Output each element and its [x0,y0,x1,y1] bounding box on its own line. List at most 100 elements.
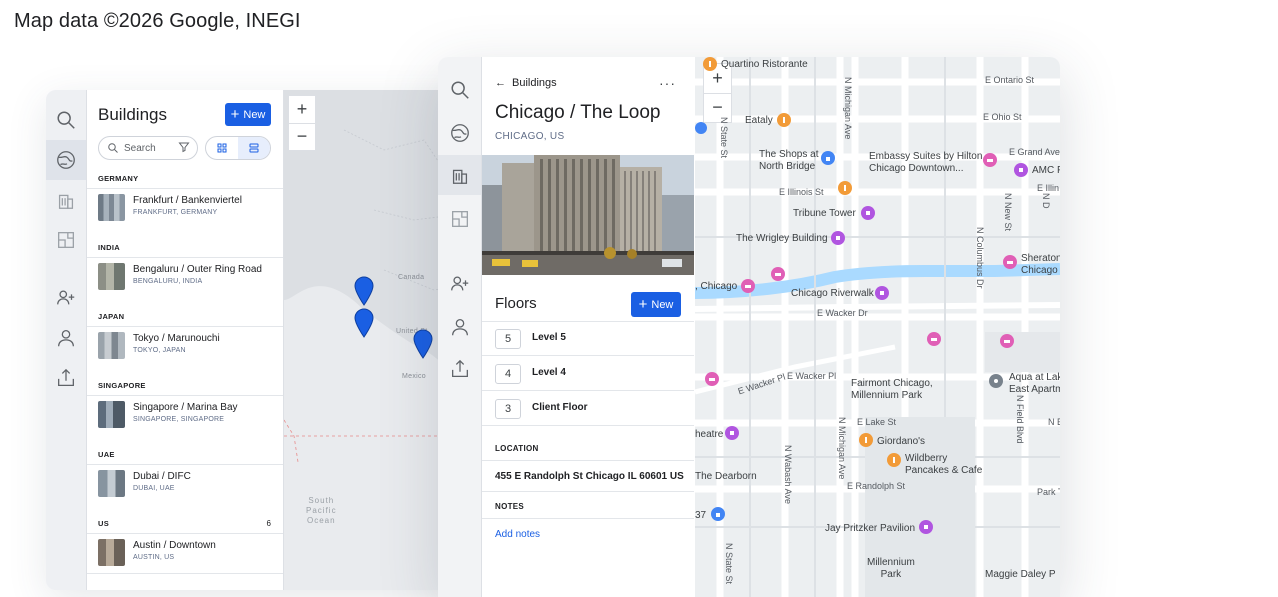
location-label: LOCATION [495,444,539,453]
zoom-out-button[interactable]: − [289,122,315,151]
export-icon [451,359,468,377]
list-icon [249,143,259,153]
group-label: INDIA [98,243,120,252]
add-notes-link[interactable]: Add notes [495,529,540,540]
street-label: E Grand Ave [1009,147,1060,157]
floor-name: Level 5 [532,332,566,343]
poi-label: Tribune Tower [793,208,856,219]
nav-profile[interactable] [438,307,481,347]
nav-export[interactable] [46,358,86,398]
street-label: E Illinois St [779,187,824,197]
building-address: 455 E Randolph St Chicago IL 60601 US [495,471,684,482]
street-label: N Michigan Ave [837,417,847,480]
floor-number: 3 [495,399,521,419]
nav-add-people[interactable] [46,278,86,318]
shopping-bag-icon[interactable] [821,151,835,165]
nav-search[interactable] [46,100,86,140]
back-to-buildings-link[interactable]: ← Buildings [495,77,557,89]
street-label: N D [1041,193,1051,209]
shop-icon[interactable] [695,122,707,134]
group-label: UAE [98,450,115,459]
poi-label: Jay Pritzker Pavilion [825,523,916,534]
nav-buildings[interactable] [438,155,481,195]
restaurant-icon[interactable] [703,57,717,71]
new-floor-label: New [651,298,674,311]
grid-view-button[interactable] [206,137,238,159]
poi-label: Fairmont Chicago, Millennium Park [851,378,933,401]
hotel-icon[interactable] [771,267,785,281]
landmark-icon[interactable] [861,206,875,220]
city-map[interactable]: + − E Ontario St E Ohio St E Grand Ave E… [695,57,1060,597]
building-name: Frankfurt / Bankenviertel [133,195,242,206]
more-options-icon[interactable]: ··· [659,75,676,91]
street-label: Park T [1037,487,1060,497]
building-location: TOKYO, JAPAN [133,347,186,354]
building-list-item[interactable]: Bengaluru / Outer Ring Road BENGALURU, I… [87,257,283,297]
nav-export[interactable] [438,349,481,389]
floor-row[interactable]: 5 Level 5 [482,321,694,355]
hotel-icon[interactable] [1000,334,1014,348]
building-list-item[interactable]: Tokyo / Marunouchi TOKYO, JAPAN [87,326,283,366]
landmark-icon[interactable] [831,231,845,245]
attraction-icon[interactable] [1014,163,1028,177]
building-list-item[interactable]: Frankfurt / Bankenviertel FRANKFURT, GER… [87,188,283,228]
people-add-icon [450,276,468,291]
grid-icon [217,143,227,153]
restaurant-icon[interactable] [777,113,791,127]
hotel-icon[interactable] [927,332,941,346]
nav-profile[interactable] [46,318,86,358]
nav-buildings[interactable] [46,180,86,220]
shopping-bag-icon[interactable] [711,507,725,521]
restaurant-icon[interactable] [838,181,852,195]
nav-search[interactable] [438,70,481,110]
map-pin-icon[interactable] [354,308,374,338]
floorplan-icon [58,232,74,248]
poi-label: Quartino Ristorante [721,59,808,70]
new-building-button[interactable]: + New [225,103,271,126]
poi-label: Aqua at Lak East Apartm [1009,372,1060,395]
map-pin-icon[interactable] [354,276,374,306]
zoom-in-button[interactable]: + [289,96,315,123]
nav-floorplan[interactable] [46,220,86,260]
view-toggle [205,136,271,160]
new-building-label: New [243,108,266,121]
arrow-left-icon: ← [495,77,506,89]
filter-icon[interactable] [178,141,190,153]
landmark-icon[interactable] [919,520,933,534]
building-icon [452,169,467,184]
new-floor-button[interactable]: + New [631,292,681,317]
poi-label: The Shops at North Bridge [759,149,819,172]
search-icon [108,143,118,153]
building-photo [482,155,694,275]
person-icon [58,330,74,347]
map-pin-icon[interactable] [413,329,433,359]
search-placeholder: Search [124,142,156,154]
group-label: US [98,519,110,528]
attraction-icon[interactable] [875,286,889,300]
nav-add-people[interactable] [438,264,481,304]
hotel-icon[interactable] [983,153,997,167]
search-icon [450,81,469,99]
nav-floorplan[interactable] [438,199,481,239]
hotel-icon[interactable] [1003,255,1017,269]
list-view-button[interactable] [238,137,270,159]
nav-globe[interactable] [46,140,86,180]
building-list-item[interactable]: Singapore / Marina Bay SINGAPORE, SINGAP… [87,395,283,435]
street-label: N Field Blvd [1015,395,1025,444]
buildings-search-input[interactable]: Search [98,136,198,160]
building-list-item[interactable]: Dubai / DIFC DUBAI, UAE [87,464,283,504]
hotel-icon[interactable] [741,279,755,293]
hotel-icon[interactable] [705,372,719,386]
restaurant-icon[interactable] [887,453,901,467]
nav-globe[interactable] [438,113,481,153]
location-icon[interactable] [989,374,1003,388]
search-icon [57,111,75,129]
buildings-title: Buildings [98,105,167,124]
building-list-item[interactable]: Austin / Downtown AUSTIN, US [87,533,283,573]
restaurant-icon[interactable] [859,433,873,447]
building-thumbnail [98,263,125,290]
floor-row[interactable]: 3 Client Floor [482,391,694,425]
floor-row[interactable]: 4 Level 4 [482,356,694,390]
theatre-icon[interactable] [725,426,739,440]
poi-label: Embassy Suites by Hilton Chicago Downtow… [869,151,983,174]
